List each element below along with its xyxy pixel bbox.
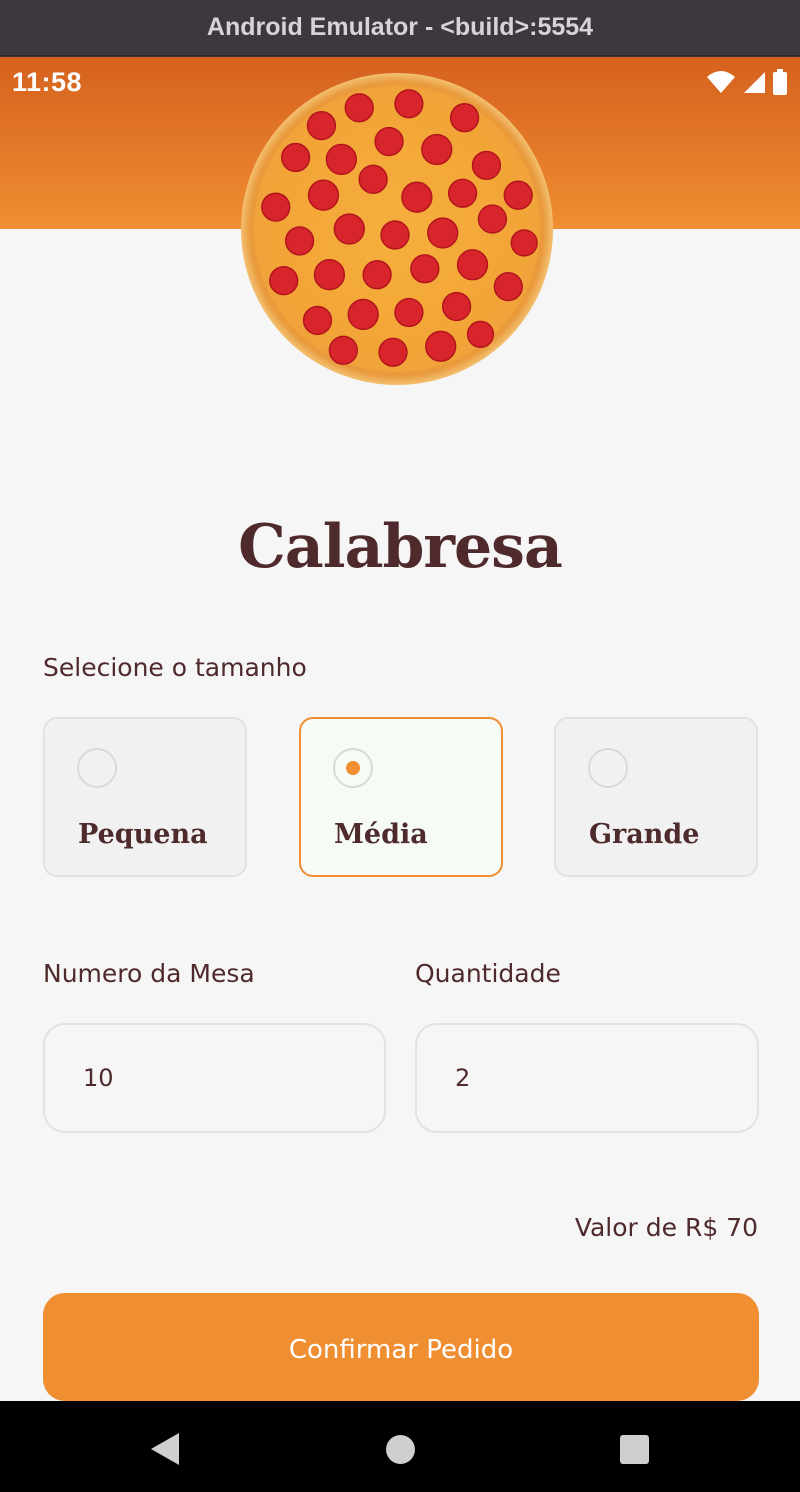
app-screen: 11:58 Calabresa Selecione o tamanho Pequ… [0, 57, 800, 1401]
size-option-label: Média [334, 819, 428, 850]
emulator-window: Android Emulator - <build>:5554 11:58 Ca… [0, 0, 800, 1492]
quantity-value: 2 [455, 1064, 471, 1092]
back-icon[interactable] [150, 1432, 180, 1466]
size-section-label: Selecione o tamanho [43, 653, 307, 682]
window-title-bar: Android Emulator - <build>:5554 [0, 0, 800, 56]
signal-icon [744, 72, 765, 93]
table-number-label: Numero da Mesa [43, 959, 255, 988]
pizza-image [240, 72, 554, 386]
battery-icon [773, 69, 787, 95]
table-number-value: 10 [83, 1064, 114, 1092]
confirm-order-button[interactable]: Confirmar Pedido [43, 1293, 759, 1401]
size-option-pequena[interactable]: Pequena [43, 717, 247, 877]
size-option-label: Grande [589, 819, 700, 850]
quantity-input[interactable]: 2 [415, 1023, 759, 1133]
status-icons [706, 69, 788, 95]
quantity-label: Quantidade [415, 959, 561, 988]
table-number-input[interactable]: 10 [43, 1023, 386, 1133]
price-text: Valor de R$ 70 [574, 1213, 758, 1242]
size-option-label: Pequena [78, 819, 208, 850]
radio-grande[interactable] [588, 748, 628, 788]
radio-pequena[interactable] [77, 748, 117, 788]
window-title: Android Emulator - <build>:5554 [206, 13, 594, 41]
product-title: Calabresa [238, 512, 563, 582]
size-option-media[interactable]: Média [299, 717, 503, 877]
recents-icon[interactable] [620, 1435, 649, 1464]
wifi-icon [707, 71, 735, 93]
size-option-grande[interactable]: Grande [554, 717, 758, 877]
android-nav-bar [0, 1401, 800, 1492]
radio-media[interactable] [333, 748, 373, 788]
status-time: 11:58 [12, 66, 83, 97]
home-icon[interactable] [386, 1435, 415, 1464]
